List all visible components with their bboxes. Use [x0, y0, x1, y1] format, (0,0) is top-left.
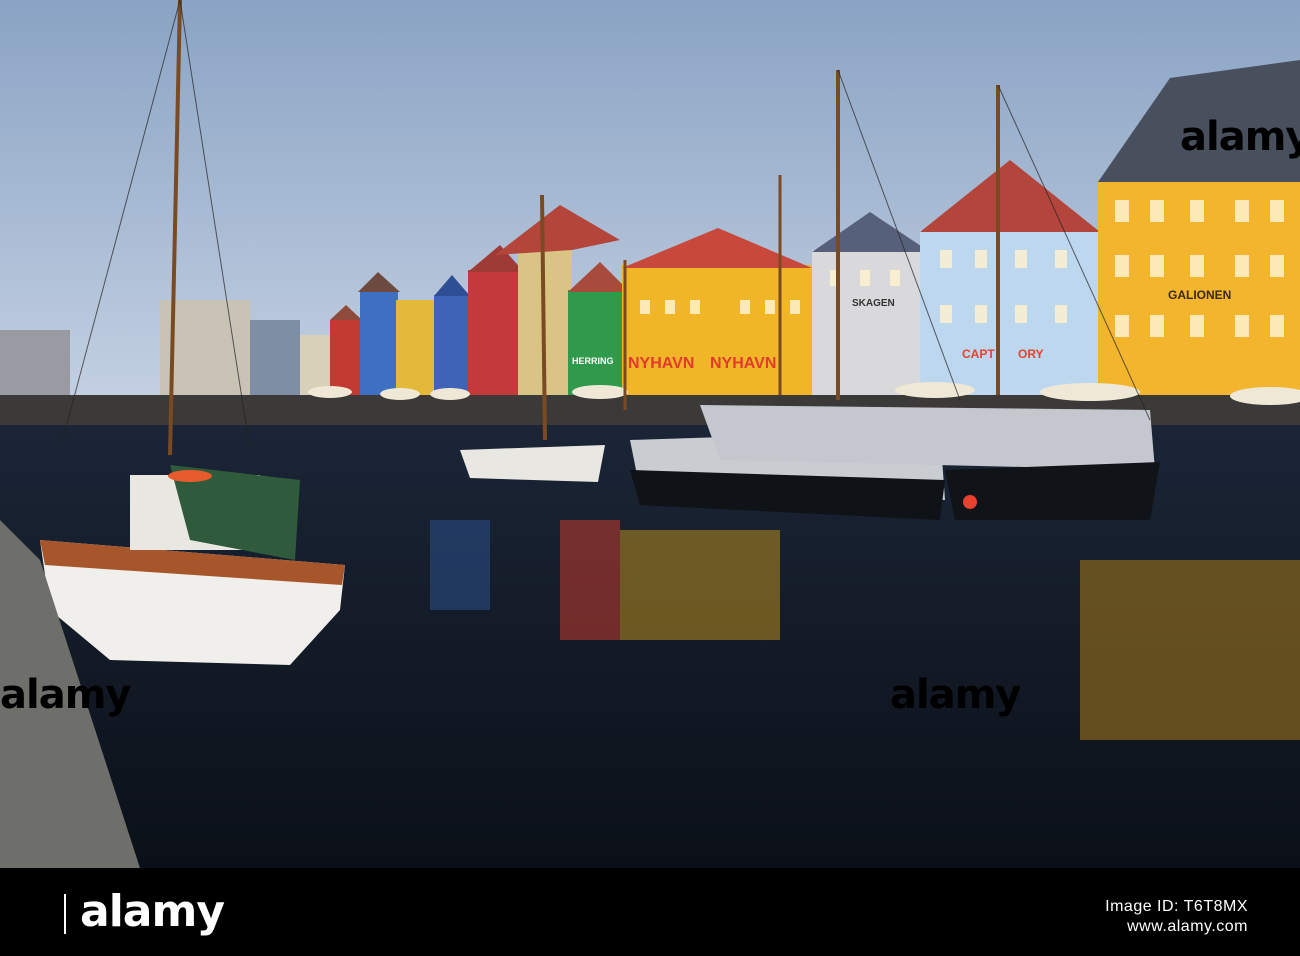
stock-footer: alamy Image ID: T6T8MX www.alamy.com — [0, 868, 1300, 956]
sign-ory: ORY — [1018, 347, 1044, 361]
sign-galionen: GALIONEN — [1168, 288, 1231, 302]
sign-nyhavn-left: NYHAVN — [628, 355, 694, 372]
sign-skagen: SKAGEN — [852, 298, 895, 309]
site-url: www.alamy.com — [1127, 918, 1248, 935]
photo-canal: NYHAVN NYHAVN HERRING SKAGEN GALIONEN CA… — [0, 0, 1300, 868]
sign-nyhavn-right: NYHAVN — [710, 355, 776, 372]
sign-herring: HERRING — [572, 356, 614, 366]
watermark-right: alamy — [890, 672, 1021, 718]
watermark-left: alamy — [0, 672, 131, 718]
image-id: Image ID: T6T8MX — [1105, 898, 1248, 915]
alamy-logo: alamy — [50, 886, 225, 937]
watermark-top: alamy — [1180, 114, 1300, 160]
sign-capt: CAPT — [962, 347, 995, 361]
